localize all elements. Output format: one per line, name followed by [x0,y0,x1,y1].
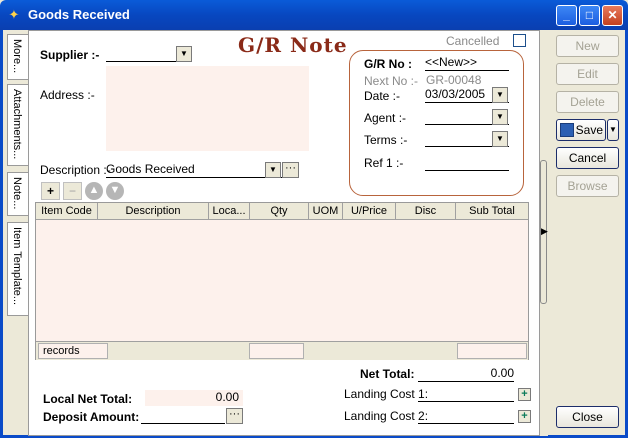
floppy-icon [560,123,574,137]
tab-more[interactable]: More... [7,34,28,80]
deposit-more-button[interactable]: ··· [226,408,243,424]
supplier-dropdown-button[interactable]: ▼ [176,46,192,62]
ref1-label: Ref 1 :- [364,156,404,170]
description-input[interactable]: Goods Received [106,162,283,178]
delete-button[interactable]: Delete [556,91,619,113]
col-qty[interactable]: Qty [250,203,309,219]
agent-label: Agent :- [364,111,407,125]
next-no-value: GR-00048 [426,73,482,87]
landing-cost2-input[interactable] [418,408,514,424]
tab-more-label: More... [11,39,23,74]
terms-label: Terms :- [364,133,408,147]
tab-note[interactable]: Note... [7,172,28,216]
landing-cost1-input[interactable] [418,386,514,402]
window-title: Goods Received [28,7,130,22]
save-options-dropdown[interactable]: ▼ [607,119,619,141]
description-value: Goods Received [106,162,195,176]
move-down-icon[interactable]: ▼ [106,182,124,200]
col-uprice[interactable]: U/Price [343,203,396,219]
expand-arrow-icon[interactable]: ▶ [541,226,548,237]
ref1-input[interactable] [425,155,509,171]
description-dropdown-button[interactable]: ▼ [265,162,281,178]
deposit-amount-input[interactable] [141,408,225,424]
close-button[interactable]: Close [556,406,619,428]
cancelled-checkbox[interactable] [513,34,526,47]
next-no-label: Next No :- [364,74,419,88]
date-label: Date :- [364,89,401,103]
move-up-icon[interactable]: ▲ [85,182,103,200]
deposit-amount-label: Deposit Amount: [43,410,140,424]
local-net-total-value: 0.00 [215,390,239,404]
cancelled-label: Cancelled [446,34,500,48]
local-net-total-label: Local Net Total: [43,392,133,406]
description-more-button[interactable]: ··· [282,162,299,178]
col-sub-total[interactable]: Sub Total [456,203,528,219]
gr-form: G/R Note Cancelled Supplier :- ▼ Address… [28,30,540,436]
grid-header: Item Code Description Loca... Qty UOM U/… [36,203,528,220]
tab-attachments-label: Attachments... [11,89,23,160]
edit-button[interactable]: Edit [556,63,619,85]
gr-no-value: <<New>> [425,55,478,69]
description-label: Description :- [40,163,111,177]
items-grid[interactable]: Item Code Description Loca... Qty UOM U/… [35,202,529,360]
title-bar: ✦ Goods Received _ □ ✕ [0,0,628,30]
terms-dropdown-button[interactable]: ▼ [492,131,508,147]
landing-cost2-add-icon[interactable]: + [518,410,531,423]
landing-cost1-add-icon[interactable]: + [518,388,531,401]
form-heading: G/R Note [238,33,348,57]
footer-sub-total [457,343,527,359]
landing-cost2-label: Landing Cost 2: [344,409,429,423]
col-uom[interactable]: UOM [309,203,343,219]
tab-attachments[interactable]: Attachments... [7,84,28,166]
add-row-button[interactable]: + [41,182,60,200]
col-disc[interactable]: Disc [396,203,456,219]
grid-footer: records [36,341,528,360]
close-window-button[interactable]: ✕ [602,5,623,26]
tab-note-label: Note... [11,177,23,210]
cancel-button[interactable]: Cancel [556,147,619,169]
landing-cost1-label: Landing Cost 1: [344,387,429,401]
date-value: 03/03/2005 [425,87,486,101]
col-location[interactable]: Loca... [209,203,250,219]
panel-splitter[interactable]: ▶ [540,30,548,436]
address-label: Address :- [40,88,95,102]
maximize-button[interactable]: □ [579,5,600,26]
tab-item-template[interactable]: Item Template... [7,222,28,316]
net-total-value: 0.00 [490,366,514,380]
date-dropdown-button[interactable]: ▼ [492,87,508,103]
tab-item-template-label: Item Template... [11,227,23,306]
col-description[interactable]: Description [98,203,209,219]
remove-row-button[interactable]: − [63,182,82,200]
footer-qty-total [249,343,304,359]
col-item-code[interactable]: Item Code [36,203,98,219]
agent-dropdown-button[interactable]: ▼ [492,109,508,125]
records-count: records [38,343,108,359]
net-total-field: 0.00 [418,366,514,382]
save-button[interactable]: Save [556,119,606,141]
minimize-button[interactable]: _ [556,5,577,26]
supplier-label: Supplier :- [40,48,100,62]
app-icon: ✦ [8,7,20,22]
address-input[interactable] [106,66,309,151]
net-total-label: Net Total: [360,367,415,381]
gr-no-input[interactable]: <<New>> [425,55,509,71]
new-button[interactable]: New [556,35,619,57]
gr-info-panel: G/R No : <<New>> Next No :- GR-00048 Dat… [349,50,524,196]
local-net-total-field: 0.00 [145,390,243,406]
gr-no-label: G/R No : [364,57,412,71]
browse-button[interactable]: Browse [556,175,619,197]
save-label: Save [575,123,603,137]
